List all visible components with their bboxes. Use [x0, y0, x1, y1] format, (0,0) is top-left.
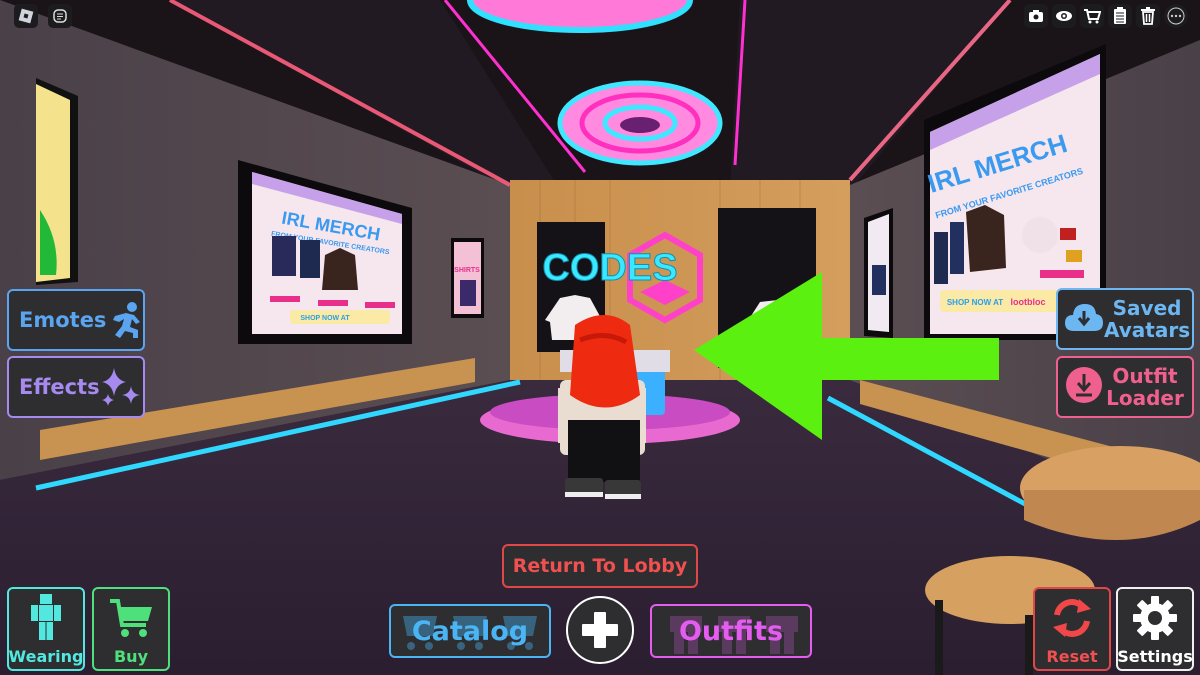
clipboard-icon[interactable] — [1108, 4, 1132, 28]
saved-avatars-label-2: Avatars — [1104, 318, 1191, 342]
codes-sign: CODES — [542, 247, 677, 289]
shopping-cart-icon — [108, 589, 154, 647]
refresh-icon — [1049, 589, 1095, 647]
outfit-loader-label-2: Loader — [1106, 386, 1184, 410]
more-icon[interactable] — [1164, 4, 1188, 28]
left-edge-poster — [36, 78, 78, 285]
plus-button[interactable] — [566, 596, 634, 664]
effects-button[interactable]: Effects — [7, 356, 145, 418]
buy-button[interactable]: Buy — [92, 587, 170, 671]
buy-label: Buy — [113, 647, 148, 666]
chat-icon[interactable] — [48, 4, 72, 28]
roblox-menu-icon[interactable] — [14, 4, 38, 28]
saved-avatars-label-1: Saved — [1112, 296, 1182, 320]
right-slim-poster — [864, 208, 893, 338]
svg-text:SHIRTS: SHIRTS — [454, 267, 480, 274]
emotes-button[interactable]: Emotes — [7, 289, 145, 351]
settings-label: Settings — [1117, 647, 1193, 666]
outfit-loader-label-1: Outfit — [1112, 364, 1178, 388]
svg-text:SHOP NOW AT: SHOP NOW AT — [947, 298, 1003, 307]
return-to-lobby-button[interactable]: Return To Lobby — [502, 544, 698, 588]
cart-icon[interactable] — [1080, 4, 1104, 28]
sparkles-icon — [100, 364, 142, 410]
return-to-lobby-label: Return To Lobby — [512, 555, 688, 577]
outfit-loader-button[interactable]: Outfit Loader — [1056, 356, 1194, 418]
wearing-button[interactable]: Wearing — [7, 587, 85, 671]
reset-label: Reset — [1046, 647, 1098, 666]
catalog-label: Catalog — [411, 615, 529, 647]
neon-ceiling-ring — [557, 80, 723, 166]
cloud-download-icon — [1064, 301, 1104, 338]
outfits-button[interactable]: Outfits — [650, 604, 812, 658]
effects-label: Effects — [19, 375, 100, 399]
download-circle-icon — [1064, 365, 1104, 410]
outfits-label: Outfits — [678, 615, 784, 647]
svg-text:SHOP NOW AT: SHOP NOW AT — [300, 315, 350, 322]
settings-button[interactable]: Settings — [1116, 587, 1194, 671]
catalog-button[interactable]: Catalog — [389, 604, 551, 658]
plus-icon — [582, 612, 618, 648]
saved-avatars-button[interactable]: Saved Avatars — [1056, 288, 1194, 350]
emotes-label: Emotes — [19, 308, 107, 332]
svg-text:lootbloc: lootbloc — [1011, 297, 1046, 307]
avatar-figure-icon — [31, 589, 61, 647]
trash-icon[interactable] — [1136, 4, 1160, 28]
reset-button[interactable]: Reset — [1033, 587, 1111, 671]
wearing-label: Wearing — [8, 647, 84, 666]
eye-icon[interactable] — [1052, 4, 1076, 28]
gear-icon — [1131, 589, 1179, 647]
camera-icon[interactable] — [1024, 4, 1048, 28]
shirts-poster: SHIRTS — [451, 238, 484, 318]
running-person-icon — [106, 297, 146, 343]
